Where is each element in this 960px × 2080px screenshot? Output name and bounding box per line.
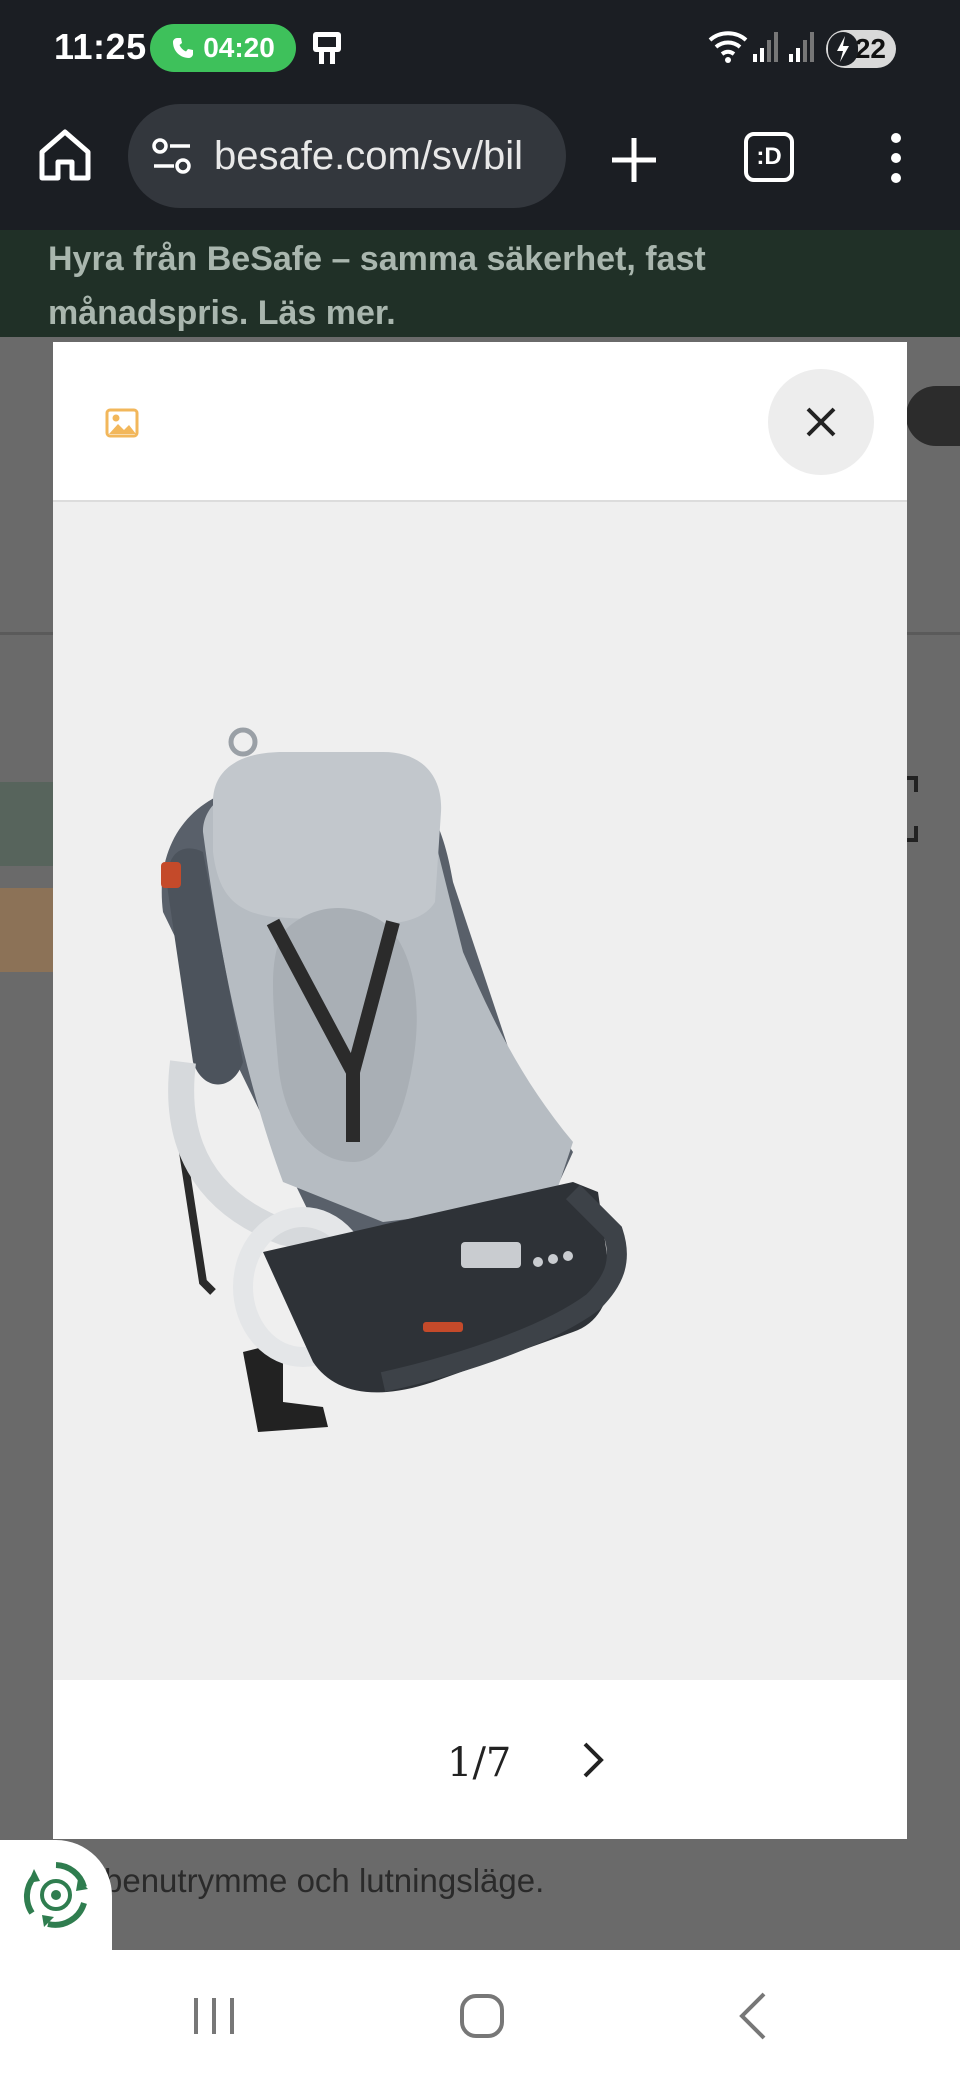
image-icon <box>105 408 139 438</box>
home-icon[interactable] <box>452 1986 512 2046</box>
charging-bolt-icon <box>837 36 849 62</box>
wifi-icon <box>708 31 748 63</box>
recycle-icon <box>23 1862 88 1928</box>
close-button[interactable] <box>768 369 874 475</box>
status-bar: 11:25 04:20 22 <box>0 0 960 96</box>
back-icon[interactable] <box>724 1986 784 2046</box>
plus-icon[interactable] <box>608 134 660 186</box>
address-bar[interactable]: besafe.com/sv/bil <box>128 104 566 208</box>
car-seat-image <box>53 502 907 1680</box>
status-time: 11:25 <box>54 26 147 67</box>
battery-icon: 22 <box>826 30 896 68</box>
site-settings-icon[interactable] <box>150 134 194 178</box>
page-body-text: benutrymme och lutningsläge. <box>104 1862 545 1899</box>
page-menu-button <box>906 386 960 446</box>
tabs-button[interactable]: :D <box>744 132 794 182</box>
active-call-pill[interactable]: 04:20 <box>150 24 296 72</box>
home-icon[interactable] <box>36 126 94 184</box>
pager-count: 1/7 <box>447 1740 512 1786</box>
system-nav-bar <box>0 1950 960 2080</box>
battery-level: 22 <box>854 33 886 64</box>
modal-header <box>53 342 907 502</box>
page-badge-tan <box>0 888 54 972</box>
gallery-pager: 1/7 <box>53 1680 907 1839</box>
tabs-label: :D <box>756 143 782 170</box>
page-badge-green <box>0 782 54 866</box>
device-icon <box>313 32 341 64</box>
more-vert-icon[interactable] <box>882 130 910 186</box>
browser-toolbar: besafe.com/sv/bil :D <box>0 96 960 230</box>
call-icon <box>173 38 194 58</box>
recents-icon[interactable] <box>184 1986 244 2046</box>
signal-icon <box>789 32 814 62</box>
url-text: besafe.com/sv/bil <box>214 133 524 178</box>
product-image-viewer[interactable] <box>53 502 907 1680</box>
signal-icon <box>753 32 778 62</box>
image-gallery-modal: 1/7 <box>53 342 907 1839</box>
call-timer: 04:20 <box>203 32 275 63</box>
recycle-badge[interactable] <box>0 1840 112 1950</box>
promo-banner[interactable]: Hyra från BeSafe – samma säkerhet, fast … <box>0 230 960 337</box>
close-icon <box>806 407 836 437</box>
chevron-right-icon[interactable] <box>573 1734 613 1786</box>
